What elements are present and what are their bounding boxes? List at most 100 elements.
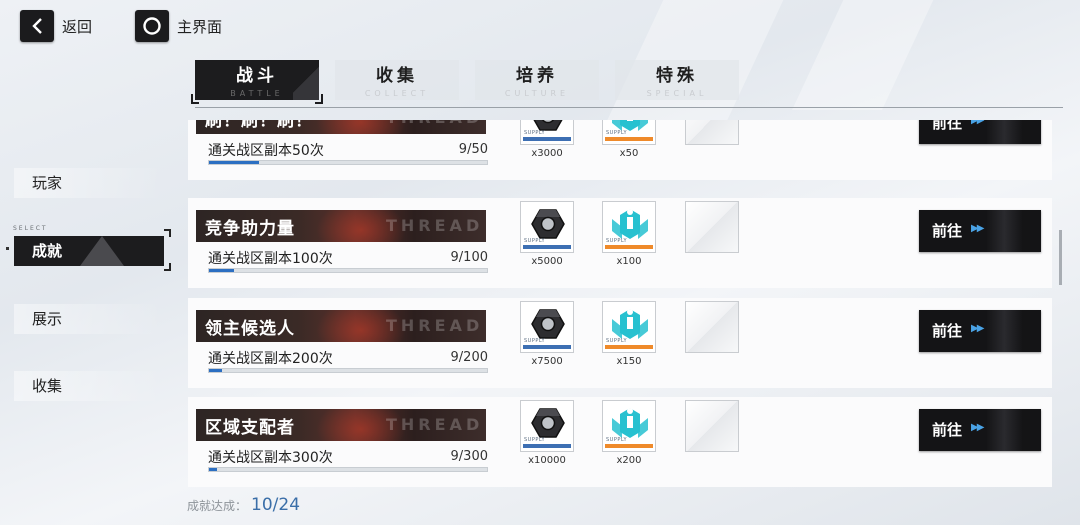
triangle-decoration (80, 236, 124, 266)
achievement-banner: 领主候选人 THREAD (196, 310, 486, 342)
back-button[interactable]: 返回 (20, 10, 92, 42)
tab-special[interactable]: 特殊 SPECIAL (615, 60, 739, 100)
sidebar-item-label: 收集 (32, 377, 63, 395)
achievement-banner: 刷！刷！刷！ THREAD (196, 120, 486, 134)
progress-bar (208, 368, 488, 373)
category-tabs: 战斗 BATTLE 收集 COLLECT 培养 CULTURE 特殊 SPECI… (191, 60, 1063, 108)
reward-item[interactable]: SUPPLY (602, 301, 656, 353)
progress-bar (208, 467, 488, 472)
achievement-desc: 通关战区副本200次 (208, 351, 333, 367)
go-button-label: 前往 (932, 421, 963, 439)
go-button-label: 前往 (932, 222, 963, 240)
progress-fill (209, 269, 235, 272)
progress-bar (208, 160, 488, 165)
achievement-desc: 通关战区副本100次 (208, 251, 333, 267)
reward-strip (523, 444, 571, 448)
reward-badge: SUPPLY (524, 338, 546, 344)
reward-strip (605, 444, 653, 448)
sidebar-bracket (164, 263, 171, 271)
reward-item[interactable]: SUPPLY (520, 301, 574, 353)
achievement-title: 竞争助力量 (205, 219, 295, 239)
reward-badge: SUPPLY (606, 437, 628, 443)
select-tag: SELECT (13, 225, 48, 232)
reward-strip (605, 245, 653, 249)
progress-count: 9/200 (450, 350, 488, 365)
home-button[interactable]: 主界面 (135, 10, 222, 42)
reward-strip (523, 137, 571, 141)
reward-item[interactable]: SUPPLY (520, 201, 574, 253)
reward-qty: x150 (616, 356, 642, 367)
go-button-label: 前往 (932, 322, 963, 340)
reward-qty: x50 (619, 148, 639, 159)
reward-badge: SUPPLY (606, 130, 628, 136)
select-dot (6, 247, 9, 250)
tab-sublabel: COLLECT (364, 89, 430, 98)
banner-watermark: THREAD (386, 316, 484, 335)
reward-qty: x100 (616, 256, 642, 267)
reward-item[interactable]: SUPPLY (602, 120, 656, 145)
double-arrow-icon: ▶▶ (971, 120, 984, 126)
achievement-title: 区域支配者 (205, 418, 295, 438)
reward-badge: SUPPLY (524, 238, 546, 244)
tab-label: 收集 (376, 66, 418, 86)
double-arrow-icon: ▶▶ (971, 223, 984, 234)
progress-count: 9/50 (458, 142, 488, 157)
tab-sublabel: SPECIAL (646, 89, 708, 98)
reward-item[interactable]: SUPPLY (602, 400, 656, 452)
reward-item[interactable]: SUPPLY (602, 201, 656, 253)
double-arrow-icon: ▶▶ (971, 323, 984, 334)
achievement-list[interactable]: 刷！刷！刷！ THREAD 通关战区副本50次 9/50 SUPPLY x3000 SUPP… (188, 120, 1052, 490)
tab-label: 特殊 (656, 66, 698, 86)
sidebar-item-player[interactable]: 玩家 (14, 168, 164, 198)
sidebar-item-display[interactable]: 展示 (14, 304, 164, 334)
tab-label: 培养 (516, 66, 558, 86)
tab-culture[interactable]: 培养 CULTURE (475, 60, 599, 100)
reward-slot-empty (685, 301, 739, 353)
achievement-summary: 成就达成： 10/24 (187, 495, 300, 515)
achievement-row: 刷！刷！刷！ THREAD 通关战区副本50次 9/50 SUPPLY x3000 SUPP… (188, 120, 1052, 180)
reward-item[interactable]: SUPPLY (520, 120, 574, 145)
tab-bracket (191, 94, 199, 104)
tab-sublabel: BATTLE (230, 89, 284, 98)
home-circle-icon (135, 10, 169, 42)
sidebar-bracket (164, 229, 171, 237)
reward-qty: x5000 (531, 256, 563, 267)
reward-badge: SUPPLY (524, 130, 546, 136)
banner-watermark: THREAD (386, 216, 484, 235)
achievement-row: 区域支配者 THREAD 通关战区副本300次 9/300 SUPPLY x10000 SU… (188, 397, 1052, 487)
banner-watermark: THREAD (386, 120, 483, 127)
tab-collect[interactable]: 收集 COLLECT (335, 60, 459, 100)
sidebar-item-achievements[interactable]: 成就 (14, 236, 164, 266)
reward-strip (605, 345, 653, 349)
go-button-label: 前往 (932, 120, 963, 132)
reward-item[interactable]: SUPPLY (520, 400, 574, 452)
progress-bar (208, 268, 488, 273)
tab-battle[interactable]: 战斗 BATTLE (191, 60, 323, 104)
sidebar-item-label: 成就 (32, 242, 63, 260)
reward-slot-empty (685, 400, 739, 452)
go-button[interactable]: 前往 ▶▶ (919, 210, 1041, 252)
progress-count: 9/100 (450, 250, 488, 265)
reward-qty: x7500 (531, 356, 563, 367)
achievement-title: 领主候选人 (205, 319, 295, 339)
sidebar-item-label: 展示 (32, 310, 63, 328)
go-button[interactable]: 前往 ▶▶ (919, 409, 1041, 451)
go-button[interactable]: 前往 ▶▶ (919, 310, 1041, 352)
home-label: 主界面 (177, 17, 223, 36)
go-button[interactable]: 前往 ▶▶ (919, 120, 1041, 144)
reward-badge: SUPPLY (606, 338, 628, 344)
achievement-banner: 竞争助力量 THREAD (196, 210, 486, 242)
reward-qty: x3000 (531, 148, 563, 159)
double-arrow-icon: ▶▶ (971, 422, 984, 433)
scrollbar-thumb[interactable] (1059, 230, 1062, 285)
achievement-title: 刷！刷！刷！ (205, 120, 313, 131)
reward-qty: x200 (616, 455, 642, 466)
progress-fill (209, 369, 222, 372)
sidebar-item-collection[interactable]: 收集 (14, 371, 164, 401)
achievement-row: 领主候选人 THREAD 通关战区副本200次 9/200 SUPPLY x7500 SUP… (188, 298, 1052, 388)
reward-badge: SUPPLY (524, 437, 546, 443)
progress-count: 9/300 (450, 449, 488, 464)
back-chevron-icon (20, 10, 54, 42)
sidebar-item-label: 玩家 (32, 174, 63, 192)
progress-fill (209, 161, 260, 164)
